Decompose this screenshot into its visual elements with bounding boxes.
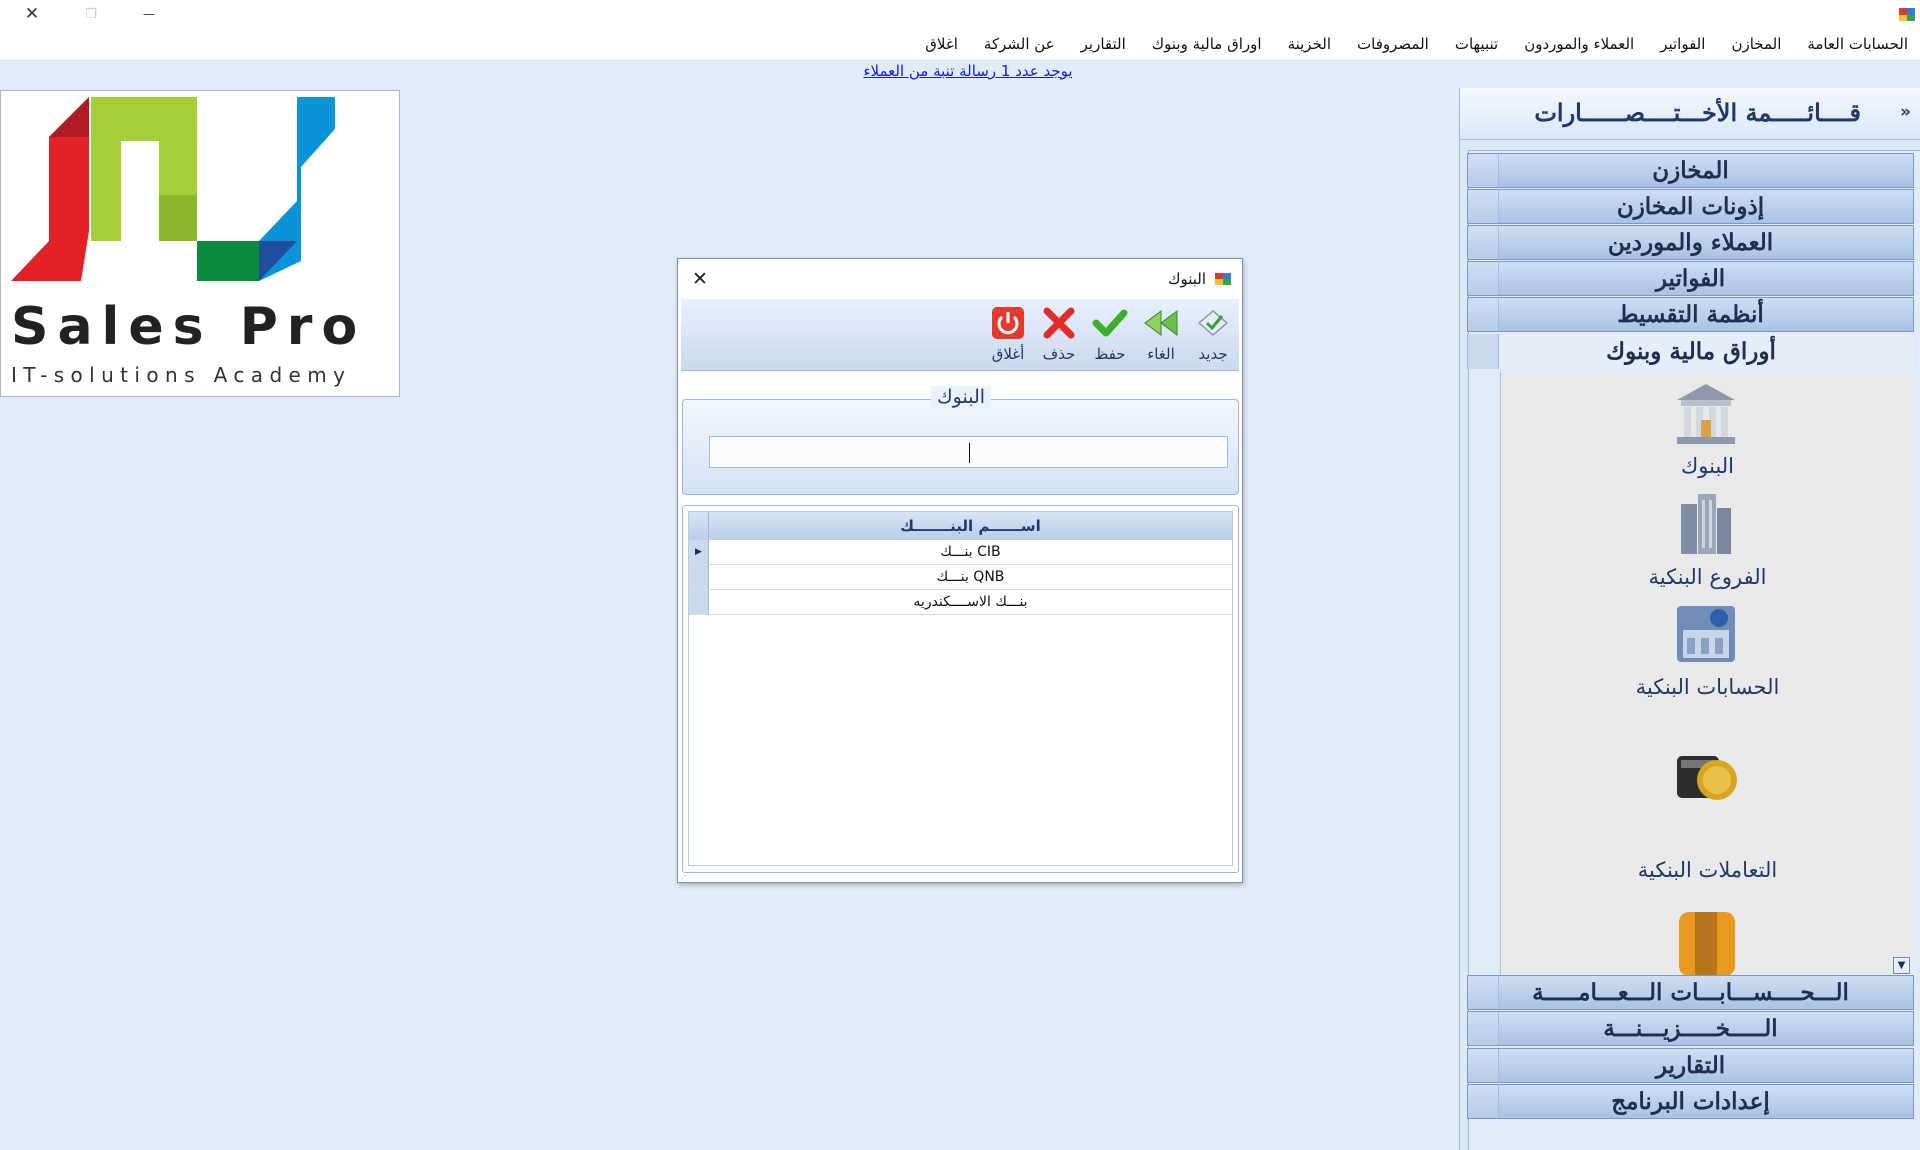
logo-mark-icon <box>11 97 335 281</box>
close-window-button[interactable]: ✕ <box>17 2 47 26</box>
menu-general-accounts[interactable]: الحسابات العامة <box>1807 35 1908 53</box>
undo-button[interactable]: الغاء <box>1136 303 1186 367</box>
banks-grid: اســــــم البنـــــــك ▶ بنـــك CIB بنــ… <box>682 505 1239 873</box>
sidebar-group-treasury[interactable]: الـــــخـــــزيـــنـــة <box>1467 1011 1914 1046</box>
app-icon <box>1899 8 1915 21</box>
grid-corner <box>689 512 709 540</box>
table-row[interactable]: بنـــك الاســــكندريه <box>689 590 1232 615</box>
new-label: جديد <box>1198 345 1228 363</box>
banks-dialog: ✕ البنوك جديد الغاء حفظ حذف أغلاق البنوك… <box>677 258 1243 883</box>
sidebar-group-reports[interactable]: التقارير <box>1467 1048 1914 1083</box>
bank-branches-icon[interactable] <box>1671 490 1741 560</box>
company-logo: Sales Pro IT-solutions Academy <box>0 90 400 397</box>
shortcut-bank-accounts[interactable]: الحسابات البنكية <box>1501 675 1913 699</box>
logo-tagline: IT-solutions Academy <box>11 363 352 387</box>
undo-label: الغاء <box>1147 345 1175 363</box>
window-titlebar: ✕ ❐ — <box>0 0 1920 29</box>
menu-about-company[interactable]: عن الشركة <box>984 35 1055 53</box>
maximize-window-button[interactable]: ❐ <box>76 2 106 26</box>
sidebar-group-program-settings[interactable]: إعدادات البرنامج <box>1467 1084 1914 1119</box>
safe-box-icon[interactable] <box>1671 906 1741 976</box>
minimize-window-button[interactable]: — <box>134 2 164 26</box>
menu-reports[interactable]: التقارير <box>1081 35 1126 53</box>
sidebar-group-installments[interactable]: أنظمة التقسيط <box>1467 297 1914 332</box>
dialog-title: البنوك <box>1168 270 1206 288</box>
sidebar-group-general-accounts[interactable]: الـــحــــســـابـــات الـــعـــامـــــة <box>1467 975 1914 1010</box>
sidebar-group-store-permits[interactable]: إذونات المخازن <box>1467 189 1914 224</box>
wallet-coin-icon[interactable] <box>1671 742 1741 812</box>
menu-expenses[interactable]: المصروفات <box>1357 35 1429 53</box>
bank-building-icon[interactable] <box>1671 380 1741 450</box>
resize-grip[interactable]: ⋰ <box>681 871 689 880</box>
menu-bar: الحسابات العامة المخازن الفواتير العملاء… <box>0 29 1920 59</box>
customer-alert-link[interactable]: يوجد عدد 1 رسالة تنبة من العملاء <box>849 62 1087 80</box>
new-icon <box>1197 310 1229 336</box>
table-row[interactable]: بنـــك QNB <box>689 565 1232 590</box>
sidebar-group-financial-papers-banks[interactable]: أوراق مالية وبنوك <box>1467 334 1914 369</box>
bank-name-input[interactable] <box>709 436 1228 468</box>
row-selector[interactable] <box>689 590 709 614</box>
sidebar-expanded-panel: البنوك الفروع البنكية الحسابات البنكية ا… <box>1500 372 1913 976</box>
undo-icon <box>1144 310 1178 336</box>
bank-name-cell[interactable]: بنـــك QNB <box>709 565 1232 589</box>
logo-brand-text: Sales Pro <box>11 297 367 357</box>
menu-close[interactable]: اغلاق <box>925 35 958 53</box>
menu-customers-suppliers[interactable]: العملاء والموردون <box>1524 35 1634 53</box>
save-icon <box>1092 309 1128 337</box>
groupbox-title: البنوك <box>931 386 992 408</box>
table-row[interactable]: ▶ بنـــك CIB <box>689 540 1232 565</box>
save-label: حفظ <box>1094 345 1126 363</box>
close-form-label: أغلاق <box>991 345 1025 363</box>
shortcut-banks[interactable]: البنوك <box>1501 454 1913 478</box>
menu-invoices[interactable]: الفواتير <box>1660 35 1705 53</box>
delete-label: حذف <box>1042 345 1076 363</box>
bank-name-cell[interactable]: بنـــك الاســــكندريه <box>709 590 1232 614</box>
text-caret <box>969 443 970 463</box>
sidebar-group-invoices[interactable]: الفواتير <box>1467 261 1914 296</box>
power-icon <box>992 307 1024 339</box>
row-selector-icon[interactable]: ▶ <box>689 540 709 564</box>
dialog-app-icon <box>1215 273 1231 285</box>
menu-financial-papers-banks[interactable]: اوراق مالية وبنوك <box>1152 35 1262 53</box>
collapse-sidebar-button[interactable]: » <box>1900 102 1911 122</box>
delete-icon <box>1043 307 1075 339</box>
save-button[interactable]: حفظ <box>1085 303 1135 367</box>
menu-treasury[interactable]: الخزينة <box>1288 35 1331 53</box>
row-selector[interactable] <box>689 565 709 589</box>
dialog-toolbar: جديد الغاء حفظ حذف أغلاق <box>681 299 1239 371</box>
delete-button[interactable]: حذف <box>1034 303 1084 367</box>
sidebar-group-stores[interactable]: المخازن <box>1467 153 1914 188</box>
bank-accounts-icon[interactable] <box>1671 600 1741 670</box>
shortcut-bank-branches[interactable]: الفروع البنكية <box>1501 565 1913 589</box>
new-button[interactable]: جديد <box>1188 303 1238 367</box>
dialog-titlebar: ✕ البنوك <box>678 259 1242 299</box>
sidebar-group-customers-suppliers[interactable]: العملاء والموردين <box>1467 225 1914 260</box>
sidebar-scroll-down-button[interactable]: ▼ <box>1893 957 1910 974</box>
bank-name-cell[interactable]: بنـــك CIB <box>709 540 1232 564</box>
menu-alerts[interactable]: تنبيهات <box>1455 35 1498 53</box>
menu-stores[interactable]: المخازن <box>1731 35 1781 53</box>
close-form-button[interactable]: أغلاق <box>983 303 1033 367</box>
shortcut-bank-transactions[interactable]: التعاملات البنكية <box>1501 858 1913 882</box>
sidebar-title: قــــائـــــمة الأخـــتــــصــــــارات <box>1534 98 1861 127</box>
bank-name-groupbox: البنوك <box>682 386 1239 495</box>
sidebar-header: » قــــائـــــمة الأخـــتــــصــــــارات <box>1460 88 1920 140</box>
dialog-close-button[interactable]: ✕ <box>688 267 712 291</box>
column-bank-name[interactable]: اســــــم البنـــــــك <box>709 512 1232 540</box>
